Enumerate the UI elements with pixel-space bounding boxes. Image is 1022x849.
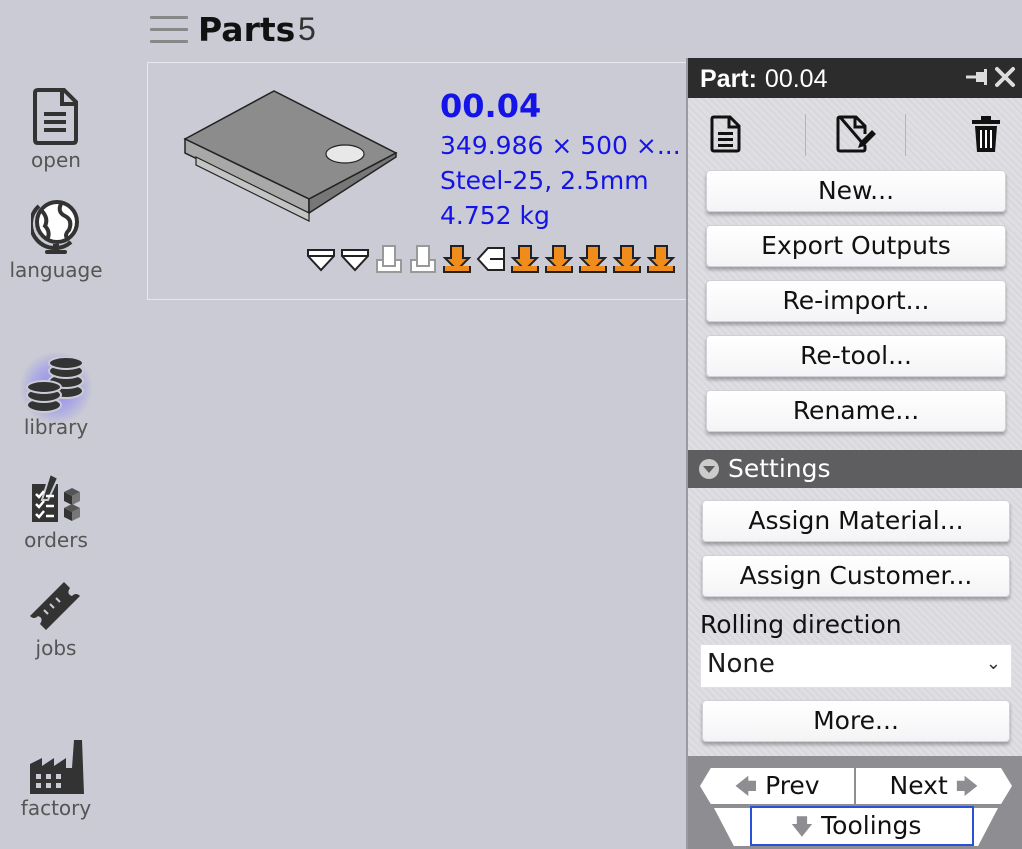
new-button[interactable]: New... xyxy=(706,170,1006,212)
nav-orders[interactable]: orders xyxy=(0,470,112,552)
export-outputs-button[interactable]: Export Outputs xyxy=(706,225,1006,267)
settings-section-header[interactable]: Settings xyxy=(688,450,1022,488)
nav-language[interactable]: language xyxy=(0,196,112,282)
pin-icon[interactable] xyxy=(966,68,990,86)
rolling-direction-select[interactable]: None ⌄ xyxy=(700,644,1012,688)
bend-up-disabled-icon xyxy=(376,245,402,273)
trash-icon[interactable] xyxy=(970,114,1002,154)
assign-customer-button[interactable]: Assign Customer... xyxy=(702,555,1010,597)
page-title: Parts xyxy=(198,10,296,49)
rolling-direction-label: Rolling direction xyxy=(700,610,902,639)
nav-open-label: open xyxy=(31,148,81,172)
retool-button[interactable]: Re-tool... xyxy=(706,335,1006,377)
part-dimensions: 349.986 × 500 ×... xyxy=(440,131,681,160)
panel-header-label: Part: xyxy=(700,65,757,93)
more-button[interactable]: More... xyxy=(702,700,1010,742)
toolbar-separator xyxy=(805,114,806,156)
factory-icon xyxy=(30,740,84,794)
bend-orange-icon xyxy=(612,245,642,273)
orders-icon xyxy=(32,472,80,522)
nav-library[interactable]: library xyxy=(0,357,112,439)
toolings-label: Toolings xyxy=(821,811,922,840)
globe-icon xyxy=(31,200,79,254)
menu-button[interactable] xyxy=(150,16,188,46)
bend-orange-icon xyxy=(578,245,608,273)
document-icon xyxy=(33,88,78,145)
nav-open[interactable]: open xyxy=(0,86,112,172)
panel-header-value: 00.04 xyxy=(764,65,828,93)
toolbar-separator xyxy=(905,114,906,156)
bend-down-outline-icon xyxy=(307,249,335,272)
arrow-down-icon: 🡇 xyxy=(790,815,814,840)
bend-orange-icon xyxy=(544,245,574,273)
chevron-down-icon: ⌄ xyxy=(985,653,1001,674)
reimport-button[interactable]: Re-import... xyxy=(706,280,1006,322)
panel-header: Part: 00.04 xyxy=(688,58,1022,98)
nav-library-label: library xyxy=(23,415,89,439)
nav-factory-label: factory xyxy=(20,796,92,820)
part-count: 5 xyxy=(298,11,316,47)
menu-bar xyxy=(150,28,188,31)
settings-title: Settings xyxy=(728,454,831,483)
bend-down-outline-icon xyxy=(341,249,369,272)
nav-factory[interactable]: factory xyxy=(0,738,112,820)
part-thumbnail xyxy=(183,90,398,222)
ticket-icon xyxy=(30,582,80,630)
nav-language-label: language xyxy=(9,258,103,282)
tab-outline-icon xyxy=(476,247,505,271)
next-button[interactable]: Next 🡆 xyxy=(856,768,1012,804)
part-panel: Part: 00.04 New... Export Outputs Re-imp… xyxy=(686,58,1022,849)
bend-orange-icon xyxy=(510,245,540,273)
nav-jobs-label: jobs xyxy=(35,636,77,660)
rename-button[interactable]: Rename... xyxy=(706,390,1006,432)
rolling-direction-value: None xyxy=(707,649,775,679)
part-card[interactable]: 00.04 349.986 × 500 ×... Steel-25, 2.5mm… xyxy=(147,62,707,300)
navigation-strip: 🡄 Prev Next 🡆 🡇 Toolings xyxy=(688,756,1022,849)
arrow-left-icon: 🡄 xyxy=(734,775,758,800)
prev-button[interactable]: 🡄 Prev xyxy=(700,768,854,804)
document-icon[interactable] xyxy=(710,114,742,154)
assign-material-button[interactable]: Assign Material... xyxy=(702,500,1010,542)
toolings-button[interactable]: 🡇 Toolings xyxy=(714,808,998,846)
menu-bar xyxy=(150,40,188,43)
menu-bar xyxy=(150,16,188,19)
edit-document-icon[interactable] xyxy=(836,114,876,154)
close-icon[interactable] xyxy=(994,66,1016,88)
bend-orange-icon xyxy=(442,245,472,273)
operation-icons xyxy=(306,244,676,274)
next-label: Next xyxy=(889,771,948,800)
coin-stack-icon xyxy=(26,357,84,413)
nav-orders-label: orders xyxy=(24,528,88,552)
bend-orange-icon xyxy=(646,245,676,273)
collapse-icon xyxy=(699,459,719,479)
part-material: Steel-25, 2.5mm xyxy=(440,166,649,195)
nav-jobs[interactable]: jobs xyxy=(0,578,112,660)
arrow-right-icon: 🡆 xyxy=(955,775,979,800)
bend-up-disabled-icon xyxy=(410,245,436,273)
prev-label: Prev xyxy=(765,771,820,800)
part-name: 00.04 xyxy=(440,87,542,125)
part-weight: 4.752 kg xyxy=(440,201,550,230)
